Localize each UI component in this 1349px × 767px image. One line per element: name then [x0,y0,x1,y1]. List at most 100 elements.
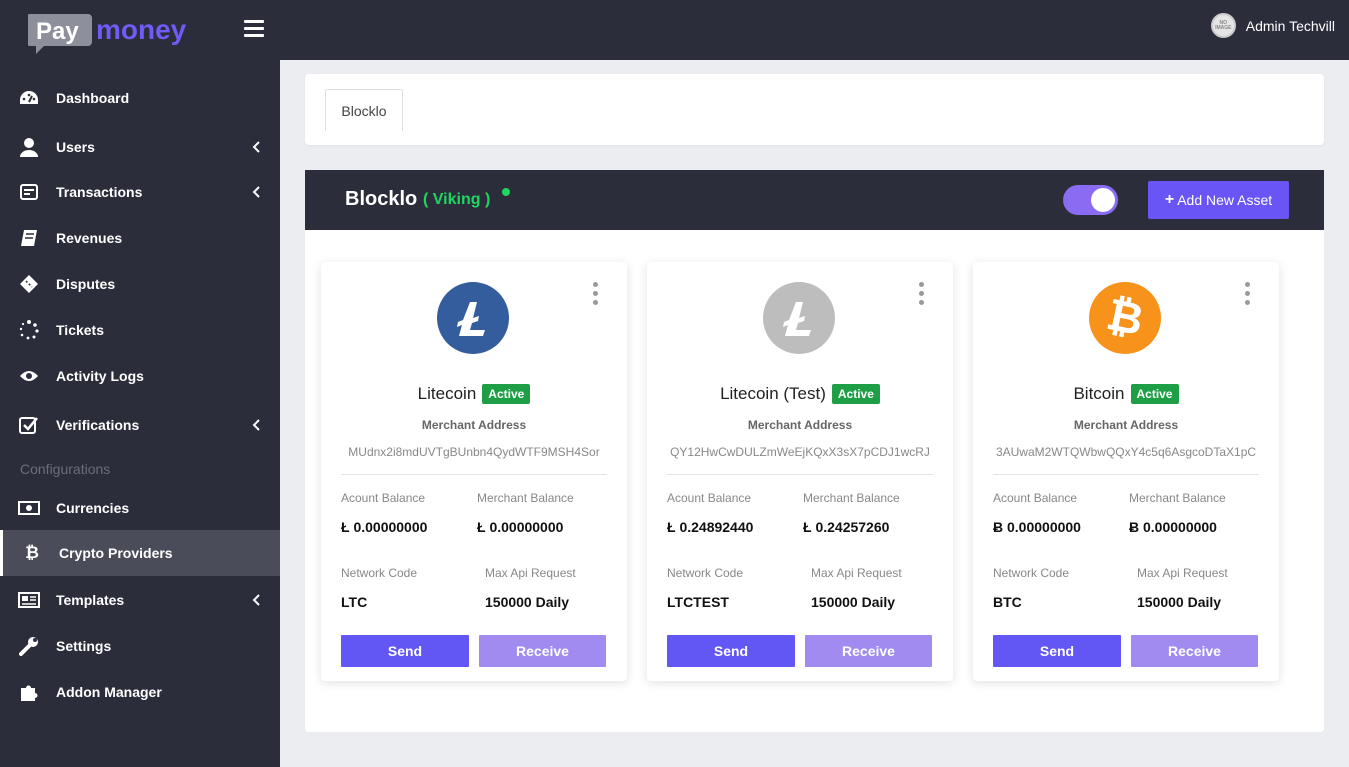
divider [993,474,1259,475]
logo-money-text: money [96,14,187,45]
merchant-balance-value: Ł 0.24257260 [803,519,890,535]
tab-blocklo[interactable]: Blocklo [325,89,403,131]
sidebar: Dashboard Users Transactions Revenues Di… [0,60,280,767]
book-icon [18,227,40,249]
merchant-address-value: MUdnx2i8mdUVTgBUnbn4QydWTF9MSH4Sor [348,445,600,459]
provider-status-toggle[interactable] [1063,185,1118,215]
add-new-asset-button[interactable]: + Add New Asset [1148,181,1289,219]
logo-pay-text: Pay [36,18,79,45]
asset-card-litecoin: Litecoin Active Merchant Address MUdnx2i… [321,262,627,681]
account-balance-value: Ł 0.00000000 [341,519,428,535]
coin-name: Litecoin (Test) [720,384,826,403]
network-code-value: LTC [341,594,368,610]
sidebar-item-label: Verifications [56,417,140,433]
litecoin-icon [437,282,509,354]
max-api-request-label: Max Api Request [811,566,902,580]
max-api-request-value: 150000 Daily [1137,594,1222,610]
account-balance-value: Ł 0.24892440 [667,519,754,535]
max-api-request-value: 150000 Daily [811,594,896,610]
newspaper-icon [18,589,40,611]
sidebar-item-transactions[interactable]: Transactions [0,169,280,215]
sidebar-item-label: Addon Manager [56,684,162,700]
menu-toggle-icon[interactable] [244,20,264,38]
sidebar-item-revenues[interactable]: Revenues [0,215,280,261]
status-badge: Active [1130,384,1179,404]
sidebar-item-label: Templates [56,592,125,608]
status-dot [502,188,510,196]
chevron-left-icon [252,186,260,198]
toggle-knob [1091,188,1115,212]
sidebar-item-dashboard[interactable]: Dashboard [0,75,280,121]
receive-button[interactable]: Receive [1131,635,1258,667]
receive-button[interactable]: Receive [479,635,606,667]
merchant-balance-value: Ƀ 0.00000000 [1129,519,1217,535]
send-button[interactable]: Send [341,635,469,667]
puzzle-icon [18,681,40,703]
litecoin-test-icon [763,282,835,354]
more-options-icon[interactable] [591,282,599,306]
more-options-icon[interactable] [1243,282,1251,306]
network-code-value: LTCTEST [667,594,729,610]
money-icon [18,497,40,519]
bitcoin-icon: ₿ [1089,282,1161,354]
sidebar-item-label: Currencies [56,500,130,516]
merchant-balance-label: Merchant Balance [803,491,900,505]
more-options-icon[interactable] [917,282,925,306]
sidebar-item-label: Activity Logs [56,368,144,384]
account-balance-value: Ƀ 0.00000000 [993,519,1081,535]
network-code-label: Network Code [341,566,418,580]
network-code-label: Network Code [993,566,1070,580]
sidebar-item-verifications[interactable]: Verifications [0,402,280,448]
top-bar: Pay money NO IMAGE Admin Techvill [0,0,1349,60]
receive-button[interactable]: Receive [805,635,932,667]
sidebar-item-tickets[interactable]: Tickets [0,307,280,353]
transactions-icon [18,181,40,203]
merchant-balance-value: Ł 0.00000000 [477,519,564,535]
paymoney-logo[interactable]: Pay money [28,10,208,54]
sidebar-item-currencies[interactable]: Currencies [0,485,280,531]
sidebar-item-label: Transactions [56,184,143,200]
wrench-icon [18,635,40,657]
spinner-icon [18,319,40,341]
sidebar-item-settings[interactable]: Settings [0,623,280,669]
sidebar-item-activity-logs[interactable]: Activity Logs [0,353,280,399]
merchant-balance-label: Merchant Balance [477,491,574,505]
sidebar-item-users[interactable]: Users [0,124,280,170]
sidebar-item-addon-manager[interactable]: Addon Manager [0,669,280,715]
sidebar-item-label: Crypto Providers [59,545,173,561]
chevron-left-icon [252,141,260,153]
bitcoin-glyph: ₿ [1102,289,1148,346]
merchant-address-label: Merchant Address [1073,418,1179,432]
avatar: NO IMAGE [1210,13,1236,38]
max-api-request-label: Max Api Request [485,566,576,580]
network-code-value: BTC [993,594,1022,610]
account-balance-label: Acount Balance [993,491,1078,505]
send-button[interactable]: Send [667,635,795,667]
bitcoin-icon: ₿ [25,543,39,562]
merchant-address-label: Merchant Address [747,418,853,432]
sidebar-item-label: Revenues [56,230,123,246]
send-button[interactable]: Send [993,635,1121,667]
sidebar-item-disputes[interactable]: Disputes [0,261,280,307]
sidebar-item-label: Settings [56,638,112,654]
sidebar-item-crypto-providers[interactable]: ₿ Crypto Providers [0,530,280,576]
coin-title-row: Litecoin (Test) Active [647,384,953,404]
sidebar-item-label: Users [56,139,95,155]
asset-card-litecoin-test: Litecoin (Test) Active Merchant Address … [647,262,953,681]
coin-name: Bitcoin [1073,384,1125,403]
account-balance-label: Acount Balance [667,491,752,505]
merchant-address-value: QY12HwCwDULZmWeEjKQxX3sX7pCDJ1wcRJ [670,445,930,459]
sidebar-item-templates[interactable]: Templates [0,577,280,623]
divider [667,474,933,475]
chevron-left-icon [252,594,260,606]
max-api-request-label: Max Api Request [1137,566,1228,580]
sidebar-item-label: Dashboard [56,90,130,106]
status-badge: Active [831,384,880,404]
dashboard-icon [18,87,40,109]
check-square-icon [18,414,40,436]
merchant-balance-label: Merchant Balance [1129,491,1226,505]
chevron-left-icon [252,419,260,431]
sidebar-item-label: Disputes [56,276,116,292]
account-balance-label: Acount Balance [341,491,426,505]
admin-user-menu[interactable]: NO IMAGE Admin Techvill [1210,13,1335,38]
